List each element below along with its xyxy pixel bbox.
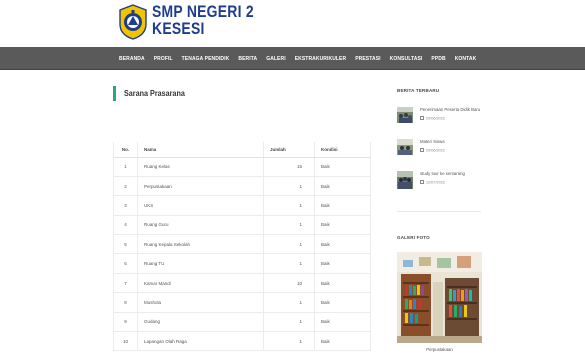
nav-item-beranda[interactable]: BERANDA: [119, 56, 145, 62]
page-title-text: Sarana Prasarana: [124, 88, 185, 98]
cell-nama: Perpustakaan: [137, 176, 264, 197]
cell-no: 9: [113, 312, 138, 333]
cell-kondisi: Baik: [314, 292, 371, 313]
news-item[interactable]: Materi Siswa 20/06/2021: [397, 139, 485, 163]
cell-nama: Ruang Guru: [137, 215, 264, 236]
news-item[interactable]: study tour ke semarang 12/07/2022: [397, 171, 485, 195]
cell-jumlah: 15: [263, 157, 315, 177]
cell-kondisi: Baik: [314, 253, 371, 274]
facilities-table: No. Nama Jumlah Kondisi 1 Ruang Kelas 15…: [113, 142, 371, 352]
cell-nama: Kamar Mandi: [137, 273, 264, 294]
cell-nama: Ruang TU: [137, 253, 264, 274]
photo-gallery-heading: GALERI FOTO: [397, 235, 430, 240]
table-row: 3 UKS 1 Baik: [113, 195, 371, 216]
page-title: Sarana Prasarana: [113, 84, 371, 102]
cell-jumlah: 10: [263, 273, 315, 294]
table-row: 10 Lapangan Olah Raga 1 Baik: [113, 331, 371, 352]
news-title[interactable]: Penerimaan Peserta Didik Baru: [420, 107, 480, 112]
news-thumbnail[interactable]: [397, 107, 413, 123]
cell-no: 10: [113, 331, 138, 352]
table-row: 7 Kamar Mandi 10 Baik: [113, 273, 371, 294]
sidebar-divider: [397, 211, 481, 212]
cell-nama: UKS: [137, 195, 264, 216]
calendar-icon: [420, 116, 424, 120]
table-row: 6 Ruang TU 1 Baik: [113, 253, 371, 274]
cell-no: 8: [113, 292, 138, 313]
cell-nama: Ruang Kelas: [137, 157, 264, 177]
cell-nama: Lapangan Olah Raga: [137, 331, 264, 352]
nav-item-galeri[interactable]: GALERI: [266, 56, 286, 62]
main-navigation: BERANDA PROFIL TENAGA PENDIDIK BERITA GA…: [0, 47, 585, 70]
news-thumbnail[interactable]: [397, 171, 413, 189]
cell-nama: Mushola: [137, 292, 264, 313]
nav-item-berita[interactable]: BERITA: [238, 56, 257, 62]
nav-item-prestasi[interactable]: PRESTASI: [355, 56, 380, 62]
table-row: 4 Ruang Guru 1 Baik: [113, 215, 371, 236]
cell-kondisi: Baik: [314, 195, 371, 216]
cell-nama: Ruang Kepala Sekolah: [137, 234, 264, 255]
news-item[interactable]: Penerimaan Peserta Didik Baru 20/06/2022: [397, 107, 485, 131]
news-date: 20/06/2021: [420, 148, 445, 153]
cell-nama: Gudang: [137, 312, 264, 333]
cell-no: 7: [113, 273, 138, 294]
cell-kondisi: Baik: [314, 176, 371, 197]
table-row: 5 Ruang Kepala Sekolah 1 Baik: [113, 234, 371, 255]
cell-kondisi: Baik: [314, 157, 371, 177]
table-row: 8 Mushola 1 Baik: [113, 292, 371, 313]
nav-item-profil[interactable]: PROFIL: [154, 56, 173, 62]
nav-item-tenaga-pendidik[interactable]: TENAGA PENDIDIK: [182, 56, 230, 62]
news-title[interactable]: study tour ke semarang: [420, 171, 465, 176]
cell-kondisi: Baik: [314, 331, 371, 352]
cell-jumlah: 1: [263, 215, 315, 236]
nav-item-ekstrakurikuler[interactable]: EKSTRAKURIKULER: [295, 56, 347, 62]
site-header: SMP NEGERI 2 KESESI: [0, 0, 585, 46]
news-date: 12/07/2022: [420, 180, 445, 185]
cell-jumlah: 1: [263, 312, 315, 333]
school-name[interactable]: SMP NEGERI 2 KESESI: [152, 3, 254, 37]
cell-kondisi: Baik: [314, 215, 371, 236]
column-header-kondisi: Kondisi: [314, 142, 371, 158]
table-row: 9 Gudang 1 Baik: [113, 312, 371, 333]
latest-news-heading: BERITA TERBARU: [397, 88, 440, 93]
column-header-nama: Nama: [137, 142, 264, 158]
cell-no: 1: [113, 157, 138, 177]
nav-item-kontak[interactable]: KONTAK: [455, 56, 477, 62]
main-content: Sarana Prasarana No. Nama Jumlah Kondisi…: [113, 84, 371, 352]
news-title[interactable]: Materi Siswa: [420, 139, 445, 144]
column-header-no: No.: [113, 142, 138, 158]
nav-item-ppdb[interactable]: PPDB: [431, 56, 445, 62]
cell-no: 6: [113, 253, 138, 274]
cell-no: 2: [113, 176, 138, 197]
school-name-line1: SMP NEGERI 2: [152, 2, 254, 21]
news-date-text: 20/06/2022: [426, 116, 446, 121]
cell-jumlah: 1: [263, 292, 315, 313]
news-date-text: 20/06/2021: [426, 148, 446, 153]
column-header-jumlah: Jumlah: [263, 142, 315, 158]
table-header-row: No. Nama Jumlah Kondisi: [113, 142, 371, 158]
news-date: 20/06/2022: [420, 116, 445, 121]
title-accent-bar: [113, 85, 116, 101]
calendar-icon: [420, 148, 424, 152]
news-date-text: 12/07/2022: [426, 180, 446, 185]
cell-jumlah: 1: [263, 195, 315, 216]
cell-kondisi: Baik: [314, 312, 371, 333]
cell-jumlah: 1: [263, 234, 315, 255]
gallery-caption: Perpustakaan: [426, 347, 453, 352]
cell-no: 5: [113, 234, 138, 255]
school-emblem-icon[interactable]: [118, 4, 148, 40]
cell-jumlah: 1: [263, 176, 315, 197]
cell-kondisi: Baik: [314, 273, 371, 294]
news-thumbnail[interactable]: [397, 139, 413, 155]
gallery-photo[interactable]: [397, 252, 482, 343]
table-row: 1 Ruang Kelas 15 Baik: [113, 157, 371, 177]
cell-jumlah: 1: [263, 253, 315, 274]
cell-kondisi: Baik: [314, 234, 371, 255]
calendar-icon: [420, 180, 424, 184]
cell-no: 3: [113, 195, 138, 216]
table-row: 2 Perpustakaan 1 Baik: [113, 176, 371, 197]
school-name-line2: KESESI: [152, 19, 205, 38]
cell-jumlah: 1: [263, 331, 315, 352]
cell-no: 4: [113, 215, 138, 236]
nav-item-konsultasi[interactable]: KONSULTASI: [390, 56, 423, 62]
